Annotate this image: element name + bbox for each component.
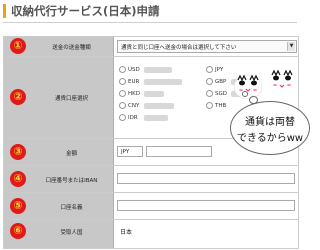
row-number-badge: ④ xyxy=(10,171,26,187)
label-cell: ⑥ 受取人国 xyxy=(4,220,114,248)
row-label: 送金の送金種類 xyxy=(52,45,91,51)
value-cell: 通貨と同じ口座へ送金の場合は選択して下さい ▼ xyxy=(114,37,298,56)
currency-option-usd[interactable]: USD xyxy=(119,66,140,73)
radio-icon[interactable] xyxy=(119,90,126,97)
redacted-block xyxy=(144,103,174,109)
recipient-country-value: 日本 xyxy=(120,229,133,236)
doodle-face-icon xyxy=(233,74,263,100)
currency-option-sgd[interactable]: SGD xyxy=(206,90,227,97)
row-label: 受取人国 xyxy=(60,230,83,236)
title-accent-bar xyxy=(3,4,6,18)
redacted-block xyxy=(144,91,164,97)
speech-bubble: 通貨は両替 できるからww xyxy=(230,101,310,155)
row-label: 金額 xyxy=(65,151,77,157)
doodle-face-icon xyxy=(271,69,293,88)
bubble-tail xyxy=(242,91,248,97)
value-cell xyxy=(114,166,298,192)
row-number-badge: ⑥ xyxy=(10,223,26,239)
label-cell: ② 通貨口座選択 xyxy=(4,57,114,138)
label-cell: ⑤ 口座名義 xyxy=(4,193,114,219)
radio-icon[interactable] xyxy=(119,78,126,85)
row-label: 口座名義 xyxy=(60,205,83,211)
radio-icon[interactable] xyxy=(206,78,213,85)
bubble-text: 通貨は両替 xyxy=(245,117,295,128)
row-number-badge: ② xyxy=(10,89,26,105)
label-cell: ④ 口座番号またはIBAN xyxy=(4,166,114,192)
remit-type-select[interactable]: 通貨と同じ口座へ送金の場合は選択して下さい ▼ xyxy=(117,40,297,53)
radio-icon[interactable] xyxy=(206,90,213,97)
amount-input[interactable] xyxy=(146,146,212,157)
currency-option-thb[interactable]: THB xyxy=(206,102,226,109)
currency-option-jpy[interactable]: JPY xyxy=(206,66,223,73)
page-title: 収納代行サービス(日本)申請 xyxy=(11,4,160,18)
row-number-badge: ⑤ xyxy=(10,198,26,214)
currency-option-cny[interactable]: CNY xyxy=(119,102,139,109)
bubble-text: できるからww xyxy=(236,133,304,144)
value-cell: 日本 xyxy=(114,220,298,248)
row-label: 口座番号またはIBAN xyxy=(45,178,98,184)
radio-icon[interactable] xyxy=(119,102,126,109)
redacted-block xyxy=(144,79,182,85)
radio-icon[interactable] xyxy=(206,102,213,109)
label-cell: ③ 金額 xyxy=(4,139,114,165)
account-name-input[interactable] xyxy=(117,200,295,211)
account-number-input[interactable] xyxy=(117,173,295,184)
label-cell: ① 送金の送金種類 xyxy=(4,37,114,56)
currency-option-gbp[interactable]: GBP xyxy=(206,78,226,85)
row-number-badge: ① xyxy=(10,38,26,54)
value-cell xyxy=(114,193,298,219)
currency-option-eur[interactable]: EUR xyxy=(119,78,139,85)
currency-option-hkd[interactable]: HKD xyxy=(119,90,140,97)
row-number-badge: ③ xyxy=(10,144,26,160)
currency-option-idr[interactable]: IDR xyxy=(119,114,138,121)
form-row-remit-type: ① 送金の送金種類 通貨と同じ口座へ送金の場合は選択して下さい ▼ xyxy=(4,37,298,57)
chevron-down-icon[interactable]: ▼ xyxy=(287,42,295,51)
radio-icon[interactable] xyxy=(119,66,126,73)
redacted-block xyxy=(144,115,168,121)
row-label: 通貨口座選択 xyxy=(54,96,88,102)
title-divider xyxy=(3,22,297,23)
form-row-account-number: ④ 口座番号またはIBAN xyxy=(4,166,298,193)
form-row-recipient-country: ⑥ 受取人国 日本 xyxy=(4,220,298,249)
page-header: 収納代行サービス(日本)申請 xyxy=(3,2,297,23)
select-value: 通貨と同じ口座へ送金の場合は選択して下さい xyxy=(121,45,237,51)
amount-currency-field: JPY xyxy=(117,146,143,157)
radio-icon[interactable] xyxy=(119,114,126,121)
redacted-block xyxy=(144,67,172,73)
radio-icon[interactable] xyxy=(206,66,213,73)
form-row-account-name: ⑤ 口座名義 xyxy=(4,193,298,220)
